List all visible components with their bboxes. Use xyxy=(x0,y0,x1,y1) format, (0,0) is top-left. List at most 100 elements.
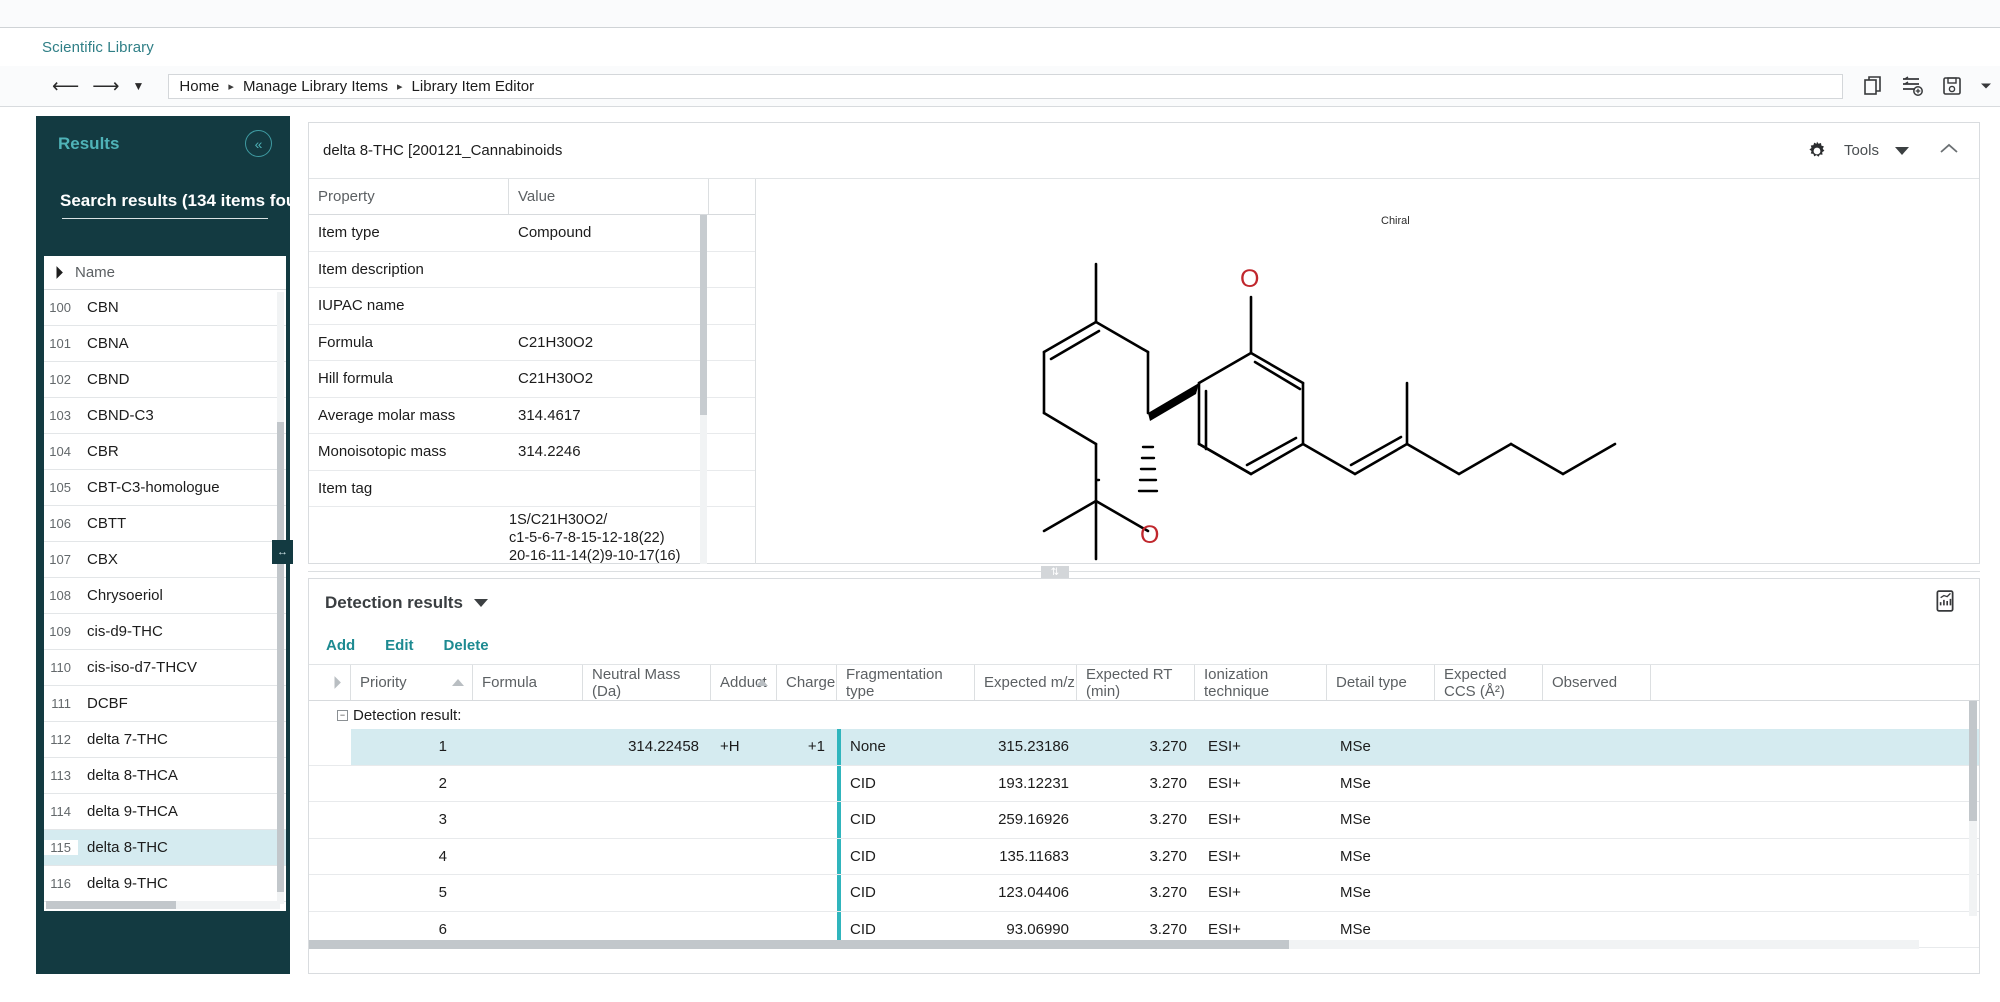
cell-rt[interactable]: 3.270 xyxy=(1081,729,1199,765)
property-row[interactable]: IUPAC name xyxy=(309,288,755,325)
property-row[interactable]: Item type Compound xyxy=(309,215,755,252)
chevron-down-icon[interactable]: ▼ xyxy=(133,80,145,92)
cell-fragmentation[interactable]: CID xyxy=(841,839,979,875)
cell-rt[interactable]: 3.270 xyxy=(1081,875,1199,911)
property-value[interactable] xyxy=(509,252,755,288)
property-row[interactable]: Hill formula C21H30O2 xyxy=(309,361,755,398)
row-selector[interactable] xyxy=(309,765,351,801)
group-expander-icon[interactable]: − xyxy=(337,709,348,721)
row-selector[interactable] xyxy=(309,875,351,911)
arrow-right-icon[interactable]: ⟶ xyxy=(92,77,119,96)
property-row[interactable]: Formula C21H30O2 xyxy=(309,325,755,361)
cell-detail[interactable]: MSe xyxy=(1331,729,1439,765)
cell-mz[interactable]: 193.12231 xyxy=(979,766,1081,802)
breadcrumb-item-manage-library-items[interactable]: Manage Library Items xyxy=(243,78,388,95)
table-row[interactable]: 4 CID 135.11683 3.270 ESI+ MSe xyxy=(309,838,1979,875)
cell-formula[interactable] xyxy=(473,875,583,911)
cell-formula[interactable] xyxy=(473,729,583,765)
arrow-left-icon[interactable]: ⟵ xyxy=(52,77,79,96)
cell-charge[interactable] xyxy=(777,766,837,802)
column-header-value[interactable]: Value xyxy=(509,179,709,214)
cell-neutral-mass[interactable] xyxy=(583,766,711,802)
property-value[interactable]: Compound xyxy=(509,215,755,251)
sort-ascending-icon[interactable] xyxy=(50,266,63,279)
cell-observed[interactable] xyxy=(1547,839,1655,875)
cell-detail[interactable]: MSe xyxy=(1331,766,1439,802)
cell-ccs[interactable] xyxy=(1439,875,1547,911)
tools-label[interactable]: Tools xyxy=(1844,142,1879,159)
cell-observed[interactable] xyxy=(1547,875,1655,911)
column-header-property[interactable]: Property xyxy=(309,179,509,214)
save-dropdown-icon[interactable] xyxy=(1979,79,1993,93)
property-value[interactable]: 314.4617 xyxy=(509,398,755,434)
cell-formula[interactable] xyxy=(473,802,583,838)
column-header-observed[interactable]: Observed xyxy=(1543,665,1651,700)
cell-adduct[interactable]: +H xyxy=(711,729,777,765)
cell-fragmentation[interactable]: CID xyxy=(841,875,979,911)
column-header-priority[interactable]: Priority xyxy=(351,665,473,700)
cell-mz[interactable]: 123.04406 xyxy=(979,875,1081,911)
cell-fragmentation[interactable]: CID xyxy=(841,802,979,838)
cell-priority[interactable]: 2 xyxy=(351,766,473,802)
list-item[interactable]: 116 delta 9-THC xyxy=(44,866,286,902)
structure-viewer[interactable]: Chiral O O xyxy=(756,179,1979,564)
column-header-detail-type[interactable]: Detail type xyxy=(1327,665,1435,700)
list-item[interactable]: 106 CBTT xyxy=(44,506,286,542)
results-list[interactable]: Name 100 CBN 101 CBNA 102 CBND 103 CBND-C3 104 CB… xyxy=(44,256,286,911)
cell-rt[interactable]: 3.270 xyxy=(1081,839,1199,875)
property-row[interactable]: Average molar mass 314.4617 xyxy=(309,398,755,434)
cell-neutral-mass[interactable] xyxy=(583,875,711,911)
column-header-name[interactable]: Name xyxy=(75,264,115,281)
property-row[interactable]: Monoisotopic mass 314.2246 xyxy=(309,434,755,471)
list-item[interactable]: 104 CBR xyxy=(44,434,286,470)
property-value[interactable]: C21H30O2 xyxy=(509,325,755,361)
cell-ionization[interactable]: ESI+ xyxy=(1199,839,1331,875)
cell-observed[interactable] xyxy=(1547,729,1655,765)
column-header-adduct[interactable]: Adduct xyxy=(711,665,777,700)
cell-fragmentation[interactable]: None xyxy=(841,729,979,765)
list-item[interactable]: 108 Chrysoeriol xyxy=(44,578,286,614)
results-vertical-scrollbar[interactable] xyxy=(277,292,284,904)
list-item[interactable]: 100 CBN xyxy=(44,290,286,326)
breadcrumb[interactable]: Home ▸ Manage Library Items ▸ Library It… xyxy=(168,73,1844,99)
column-header-charge[interactable]: Charge xyxy=(777,665,837,700)
list-item[interactable]: 114 delta 9-THCA xyxy=(44,794,286,830)
cell-mz[interactable]: 135.11683 xyxy=(979,839,1081,875)
cell-fragmentation[interactable]: CID xyxy=(841,766,979,802)
results-list-header[interactable]: Name xyxy=(44,256,286,290)
cell-detail[interactable]: MSe xyxy=(1331,875,1439,911)
select-all-corner[interactable] xyxy=(309,665,351,700)
list-item[interactable]: 101 CBNA xyxy=(44,326,286,362)
add-to-library-icon[interactable] xyxy=(1901,75,1925,97)
list-item[interactable]: 113 delta 8-THCA xyxy=(44,758,286,794)
row-selector[interactable] xyxy=(309,802,351,838)
cell-neutral-mass[interactable]: 314.22458 xyxy=(583,729,711,765)
property-vertical-scrollbar[interactable] xyxy=(700,215,707,564)
report-icon[interactable] xyxy=(1933,589,1979,618)
column-header-formula[interactable]: Formula xyxy=(473,665,583,700)
cell-priority[interactable]: 1 xyxy=(351,729,473,765)
cell-formula[interactable] xyxy=(473,766,583,802)
list-item[interactable]: 112 delta 7-THC xyxy=(44,722,286,758)
cell-priority[interactable]: 3 xyxy=(351,802,473,838)
cell-mz[interactable]: 315.23186 xyxy=(979,729,1081,765)
cell-rt[interactable]: 3.270 xyxy=(1081,766,1199,802)
cell-charge[interactable]: +1 xyxy=(777,729,837,765)
cell-ccs[interactable] xyxy=(1439,766,1547,802)
column-header-neutral-mass-da[interactable]: Neutral Mass (Da) xyxy=(583,665,711,700)
cell-rt[interactable]: 3.270 xyxy=(1081,802,1199,838)
table-row[interactable]: 5 CID 123.04406 3.270 ESI+ MSe xyxy=(309,875,1979,912)
row-selector[interactable] xyxy=(309,729,351,765)
table-row[interactable]: 2 CID 193.12231 3.270 ESI+ MSe xyxy=(309,765,1979,802)
copy-icon[interactable] xyxy=(1863,75,1885,97)
chevron-double-left-icon[interactable]: « xyxy=(245,130,272,157)
property-value[interactable]: C21H30O2 xyxy=(509,361,755,397)
list-item[interactable]: 115 delta 8-THC xyxy=(44,830,286,866)
cell-formula[interactable] xyxy=(473,839,583,875)
column-header-ionization-technique[interactable]: Ionization technique xyxy=(1195,665,1327,700)
row-selector[interactable] xyxy=(309,838,351,874)
cell-charge[interactable] xyxy=(777,802,837,838)
table-row[interactable]: 3 CID 259.16926 3.270 ESI+ MSe xyxy=(309,802,1979,839)
column-header-expected-rt-min[interactable]: Expected RT (min) xyxy=(1077,665,1195,700)
list-item[interactable]: 107 CBX xyxy=(44,542,286,578)
